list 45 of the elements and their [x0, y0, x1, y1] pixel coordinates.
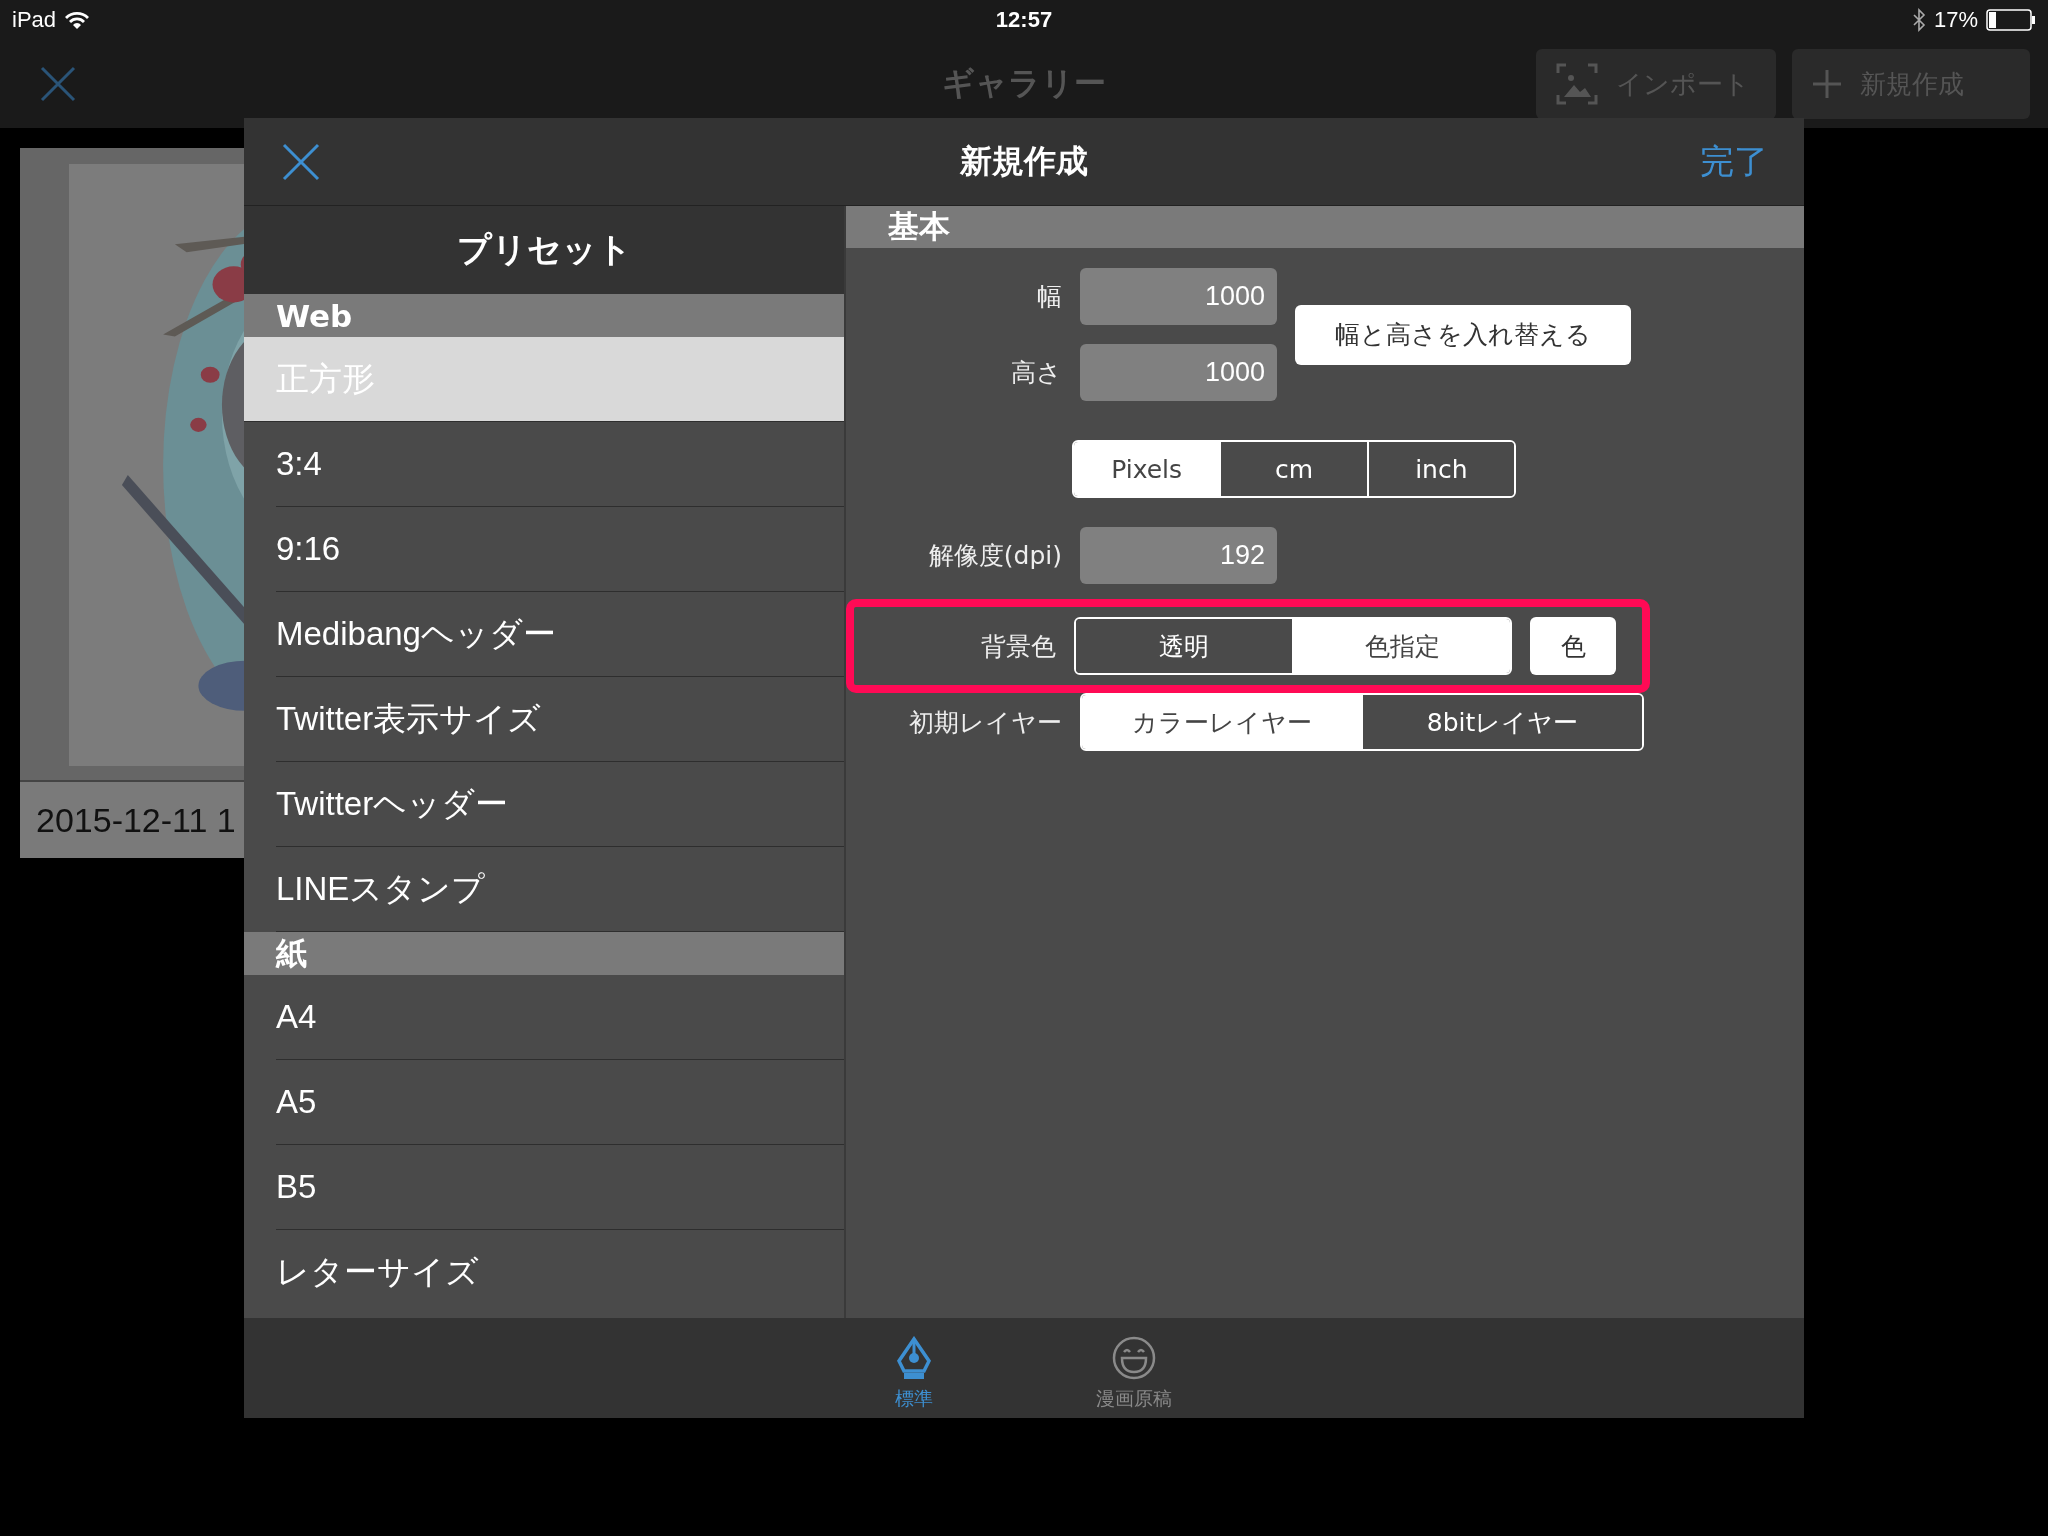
carrier-label: iPad: [12, 7, 57, 33]
preset-item[interactable]: 9:16: [276, 507, 844, 592]
segment-button[interactable]: Pixels: [1074, 442, 1220, 496]
close-icon[interactable]: [40, 66, 76, 102]
gallery-title: ギャラリー: [942, 63, 1106, 104]
preset-item[interactable]: B5: [276, 1145, 844, 1230]
plus-icon: [1812, 69, 1842, 99]
field-label: 幅: [1036, 281, 1062, 313]
field-label: 高さ: [1010, 357, 1062, 389]
preset-item[interactable]: Twitterヘッダー: [276, 762, 844, 847]
battery-icon: [1986, 9, 2036, 31]
preset-item[interactable]: Twitter表示サイズ: [276, 677, 844, 762]
dialog-title: 新規作成: [960, 140, 1088, 182]
image-icon: [1556, 63, 1598, 105]
segment-button[interactable]: inch: [1366, 442, 1514, 496]
preset-header: プリセット: [244, 206, 844, 294]
segment-button[interactable]: 色指定: [1292, 619, 1511, 673]
pen-nib-icon: [894, 1336, 934, 1380]
tab[interactable]: 標準: [834, 1318, 994, 1418]
swap-button[interactable]: 幅と高さを入れ替える: [1295, 304, 1631, 365]
preset-item[interactable]: Medibangヘッダー: [276, 592, 844, 677]
field-label: 初期レイヤー: [908, 706, 1062, 739]
preset-item[interactable]: レターサイズ: [276, 1230, 844, 1314]
section-header: Web: [244, 294, 844, 337]
clock-time: 12:57: [995, 7, 1053, 33]
field-label: 解像度(dpi): [927, 540, 1062, 572]
tab[interactable]: 漫画原稿: [1054, 1318, 1214, 1418]
preset-item[interactable]: A5: [276, 1060, 844, 1145]
field-label: 背景色: [980, 630, 1057, 663]
input-field[interactable]: 192: [1080, 527, 1277, 584]
close-icon[interactable]: [282, 142, 320, 181]
section-header: 基本: [846, 206, 1804, 248]
section-header: 紙: [244, 932, 844, 975]
input-field[interactable]: 1000: [1080, 344, 1277, 401]
color-button[interactable]: 色: [1530, 617, 1616, 675]
preset-item[interactable]: A4: [276, 975, 844, 1060]
smiley-icon: [1112, 1336, 1156, 1380]
input-field[interactable]: 1000: [1080, 268, 1277, 325]
preset-item[interactable]: 3:4: [276, 422, 844, 507]
done-button[interactable]: 完了: [1694, 137, 1774, 186]
battery-percent: 17%: [1933, 7, 1978, 33]
wifi-icon: [64, 10, 91, 30]
segment-button[interactable]: 8bitレイヤー: [1361, 695, 1642, 749]
bluetooth-icon: [1911, 8, 1926, 32]
segment-button[interactable]: カラーレイヤー: [1082, 695, 1361, 749]
